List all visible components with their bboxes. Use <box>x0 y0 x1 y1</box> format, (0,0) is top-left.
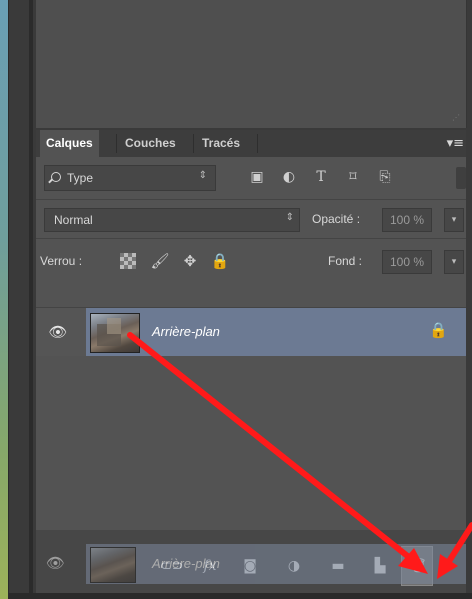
blend-row: Normal ⇕ Opacité : 100 % ▾ <box>36 200 466 238</box>
tab-separator <box>257 134 258 153</box>
filter-toggle[interactable] <box>456 167 466 189</box>
panel-menu-icon[interactable]: ▾≡ <box>447 136 464 151</box>
upper-empty-panel: ⋰ <box>36 0 467 128</box>
tab-separator <box>116 134 117 153</box>
fill-dropdown-button[interactable]: ▾ <box>444 250 464 274</box>
bottom-edge <box>8 593 472 599</box>
drag-ghost-thumbnail <box>90 547 136 583</box>
layer-name[interactable]: Arrière-plan <box>152 324 220 339</box>
shape-filter-icon[interactable]: ⌑ <box>344 168 362 186</box>
type-filter-icon[interactable]: T <box>312 168 330 186</box>
tab-separator <box>193 134 194 153</box>
lock-all-icon[interactable]: 🔒 <box>210 251 230 271</box>
lock-row: Verrou : 🖌 ✥ 🔒 Fond : 100 % ▾ <box>36 239 466 283</box>
filter-kind-label: Type <box>67 171 94 185</box>
filter-row: Type ⇕ ▣ ◐ T ⌑ ⎘ <box>36 157 466 199</box>
visibility-eye-icon: 👁 <box>46 554 66 572</box>
blend-mode-select[interactable]: Normal ⇕ <box>44 208 300 232</box>
visibility-eye-icon[interactable]: 👁 <box>48 322 68 342</box>
panel-dock-divider <box>29 0 33 599</box>
lock-transparent-pixels-icon[interactable] <box>120 253 136 269</box>
drag-ghost-layer: 👁 Arrière-plan <box>36 544 466 584</box>
filter-kind-select[interactable]: Type ⇕ <box>44 165 216 191</box>
drag-ghost-highlight <box>86 544 466 584</box>
layer-row[interactable]: 👁 Arrière-plan 🔒 <box>36 308 466 356</box>
tab-traces[interactable]: Tracés <box>196 130 246 157</box>
layers-list-empty-area <box>36 356 466 550</box>
opacity-field[interactable]: 100 % <box>382 208 432 232</box>
layers-bottom-bar: ⊂⊃ fx ◙ ◑ ▬ ▙ 🗑 👁 Arrière-plan <box>36 530 466 599</box>
photoshop-screen: ⋰ Calques Couches Tracés ▾≡ Type ⇕ ▣ ◐ T… <box>0 0 472 599</box>
lock-image-pixels-icon[interactable]: 🖌 <box>150 251 170 271</box>
image-filter-icon[interactable]: ▣ <box>248 168 266 186</box>
blend-mode-label: Normal <box>54 213 93 227</box>
opacity-label: Opacité : <box>312 212 361 226</box>
lock-label: Verrou : <box>40 254 83 268</box>
panel-tabs: Calques Couches Tracés ▾≡ <box>36 130 466 157</box>
smart-object-filter-icon[interactable]: ⎘ <box>376 168 394 186</box>
updown-arrows-icon: ⇕ <box>285 212 294 223</box>
opacity-dropdown-button[interactable]: ▾ <box>444 208 464 232</box>
layer-lock-icon[interactable]: 🔒 <box>429 321 448 339</box>
drag-ghost-name: Arrière-plan <box>152 556 220 571</box>
updown-arrows-icon: ⇕ <box>198 170 207 181</box>
tab-calques[interactable]: Calques <box>40 130 99 157</box>
search-icon <box>51 172 61 182</box>
tab-couches[interactable]: Couches <box>119 130 182 157</box>
layer-thumbnail[interactable] <box>90 313 140 353</box>
fill-field[interactable]: 100 % <box>382 250 432 274</box>
resize-grip-icon[interactable]: ⋰ <box>452 114 462 124</box>
fill-label: Fond : <box>328 254 363 268</box>
adjustment-filter-icon[interactable]: ◐ <box>280 168 298 186</box>
layers-panel: Calques Couches Tracés ▾≡ Type ⇕ ▣ ◐ T ⌑… <box>36 130 466 599</box>
lock-position-icon[interactable]: ✥ <box>180 251 200 271</box>
layer-selection-highlight <box>86 308 466 356</box>
